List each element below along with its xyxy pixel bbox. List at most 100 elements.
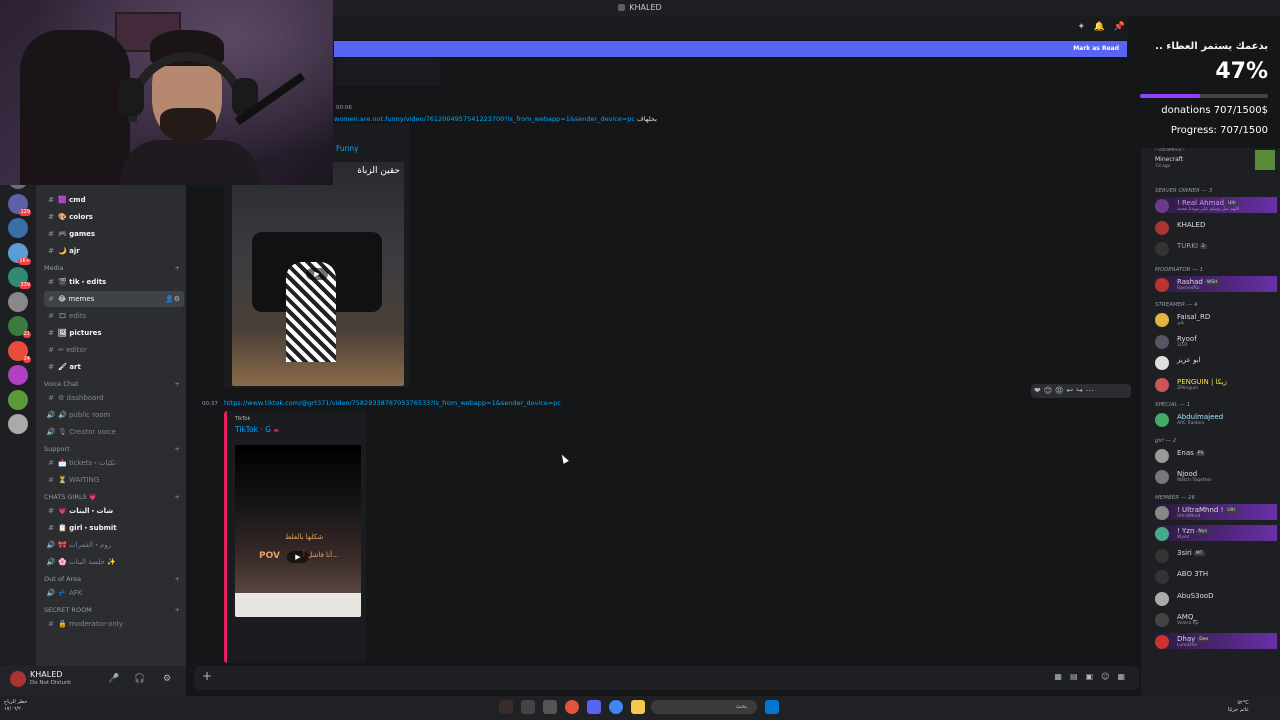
server-icon[interactable]: [8, 414, 28, 434]
avatar[interactable]: [1155, 548, 1169, 563]
avatar[interactable]: [1155, 377, 1169, 392]
avatar[interactable]: [1155, 527, 1169, 541]
avatar[interactable]: [10, 671, 26, 687]
member-item[interactable]: ! Yzn Nyz Wyez: [1155, 525, 1277, 541]
avatar[interactable]: [1155, 505, 1169, 520]
add-channel-icon[interactable]: +: [175, 605, 180, 615]
avatar[interactable]: [1155, 199, 1169, 213]
add-channel-icon[interactable]: +: [175, 379, 180, 389]
embed-title[interactable]: Funny: [336, 144, 359, 153]
avatar[interactable]: [1155, 277, 1169, 292]
server-icon[interactable]: 129: [8, 193, 31, 216]
play-icon[interactable]: ▶: [306, 268, 328, 280]
link-text[interactable]: women.are.not.funny/video/76120049575412…: [334, 115, 635, 123]
server-icon[interactable]: [8, 389, 28, 410]
channel-item[interactable]: # 🟪 cmd: [44, 192, 184, 208]
message-input[interactable]: + ▦▤▣☺▦: [194, 666, 1139, 690]
add-channel-icon[interactable]: +: [175, 263, 180, 273]
mic-icon[interactable]: 🎤: [108, 674, 119, 684]
server-icon[interactable]: 339: [8, 267, 31, 289]
channel-item[interactable]: # ⚙ dashboard: [44, 390, 184, 406]
add-attachment-icon[interactable]: +: [202, 669, 212, 683]
member-item[interactable]: ! Real Ahmad Ultr اللهم صل وسلم على سيدنا …: [1155, 197, 1277, 213]
channel-category[interactable]: Support +: [44, 444, 184, 454]
channel-item[interactable]: # 🔒 moderator-only: [44, 616, 184, 632]
server-icon[interactable]: [8, 365, 28, 385]
message-link[interactable]: women.are.not.funny/video/76120049575412…: [334, 115, 657, 123]
embed-title-text[interactable]: TikTok · G: [235, 425, 271, 434]
gear-icon[interactable]: ⚙: [163, 674, 171, 684]
server-icon[interactable]: 21: [8, 316, 31, 338]
avatar[interactable]: [1155, 220, 1169, 235]
member-item[interactable]: AMQ_ Velora Rp: [1155, 611, 1277, 627]
avatar[interactable]: [1155, 613, 1169, 627]
video-thumbnail[interactable]: شكلها بالغلط POV أنا فاشل أ... ▶: [235, 445, 361, 617]
member-item[interactable]: 3siri MT: [1155, 547, 1277, 563]
channel-item[interactable]: 🔊 🌸 جلسة البنات ✨: [44, 554, 184, 570]
embed-title[interactable]: TikTok · G ▬: [235, 425, 279, 434]
avatar[interactable]: [1155, 570, 1169, 584]
channel-item[interactable]: 🔊 🎀 روم・القمرات: [44, 537, 184, 553]
avatar[interactable]: [1155, 591, 1169, 606]
avatar[interactable]: [1155, 470, 1169, 484]
discord-taskbar-icon[interactable]: [587, 700, 601, 714]
composer-icons[interactable]: ▦▤▣☺▦: [1054, 672, 1133, 681]
message-link[interactable]: https://www.tiktok.com/@grt371/video/758…: [224, 399, 561, 407]
pin-icon[interactable]: 📌: [1114, 22, 1125, 32]
channel-settings-icon[interactable]: 👤⚙: [165, 291, 180, 307]
windows-icon[interactable]: [765, 700, 779, 714]
channel-item[interactable]: # ✏ editor: [44, 342, 184, 358]
server-icon[interactable]: 24: [8, 340, 31, 363]
avatar[interactable]: [1155, 448, 1169, 463]
play-icon[interactable]: ▶: [287, 551, 309, 563]
channel-item[interactable]: 🔊 💤 AFK: [44, 585, 184, 601]
member-item[interactable]: Ryoof 3/10: [1155, 333, 1277, 349]
channel-item[interactable]: # 🖌 art: [44, 359, 184, 375]
member-item[interactable]: Dhay Dee LuneDee: [1155, 632, 1277, 649]
member-activity[interactable]: ! UltraMhnd ! Minecraft 7d ago: [1155, 148, 1277, 170]
server-icon[interactable]: [8, 291, 28, 312]
avatar[interactable]: [1155, 313, 1169, 327]
channel-item[interactable]: # 🌙 ajr: [44, 243, 184, 259]
channel-category[interactable]: Voice Chat +: [44, 379, 184, 389]
taskbar-search[interactable]: بحث: [651, 700, 757, 714]
member-item[interactable]: Njood Watch Together: [1155, 468, 1277, 484]
member-item[interactable]: ابو عزيز: [1155, 354, 1277, 370]
avatar[interactable]: [1155, 413, 1169, 427]
member-item[interactable]: Rashad WSH RashedRz: [1155, 275, 1277, 292]
member-item[interactable]: AbuS3ooD: [1155, 590, 1277, 606]
new-messages-bar[interactable]: Mark as Read: [334, 41, 1127, 57]
bell-icon[interactable]: 🔔: [1094, 22, 1105, 32]
channel-category[interactable]: Out of Area +: [44, 574, 184, 584]
channel-item[interactable]: # 💗 شات・البنات: [44, 503, 184, 519]
member-item[interactable]: KHALED: [1155, 219, 1277, 235]
avatar[interactable]: [1155, 334, 1169, 349]
channel-item[interactable]: # 🖼 pictures: [44, 325, 184, 341]
member-item[interactable]: TURKI 2: [1155, 240, 1277, 256]
add-channel-icon[interactable]: +: [175, 444, 180, 454]
channel-item[interactable]: # 😂 memes 👤⚙: [44, 291, 184, 307]
channel-category[interactable]: Media +: [44, 263, 184, 273]
member-item[interactable]: Enas PS: [1155, 447, 1277, 463]
channel-item[interactable]: # 📋 girl・submit: [44, 520, 184, 536]
member-item[interactable]: PENGUIN | زيكا ZPenguin: [1155, 376, 1277, 392]
channel-item[interactable]: 🔊 🎙 Creator voice: [44, 424, 184, 440]
member-item[interactable]: ! UltraMhnd ! Ultr UltraMhnd: [1155, 503, 1277, 520]
channel-category[interactable]: SECRET ROOM +: [44, 605, 184, 615]
app-icon[interactable]: [521, 700, 535, 714]
app-icon[interactable]: [499, 700, 513, 714]
member-item[interactable]: Faisal_RD بلاي: [1155, 311, 1277, 327]
message-actions[interactable]: ❤😊😡↩↪⋯: [1031, 384, 1131, 398]
channel-item[interactable]: # 📩 tickets・تكتات: [44, 455, 184, 471]
video-thumbnail[interactable]: حقين الزباة ▶: [232, 162, 404, 386]
channel-item[interactable]: # 🎮 games: [44, 226, 184, 242]
headphones-icon[interactable]: 🎧: [134, 674, 145, 684]
folder-icon[interactable]: [631, 700, 645, 714]
channel-category[interactable]: CHATS GIRLS 💗 +: [44, 492, 184, 502]
server-icon[interactable]: 1K+: [8, 242, 31, 265]
channel-item[interactable]: # 🎬 tik・edits: [44, 274, 184, 290]
channel-item[interactable]: # ⏳ WAITING: [44, 472, 184, 488]
threads-icon[interactable]: ✦: [1077, 22, 1085, 32]
avatar[interactable]: [1155, 242, 1169, 256]
add-channel-icon[interactable]: +: [175, 492, 180, 502]
